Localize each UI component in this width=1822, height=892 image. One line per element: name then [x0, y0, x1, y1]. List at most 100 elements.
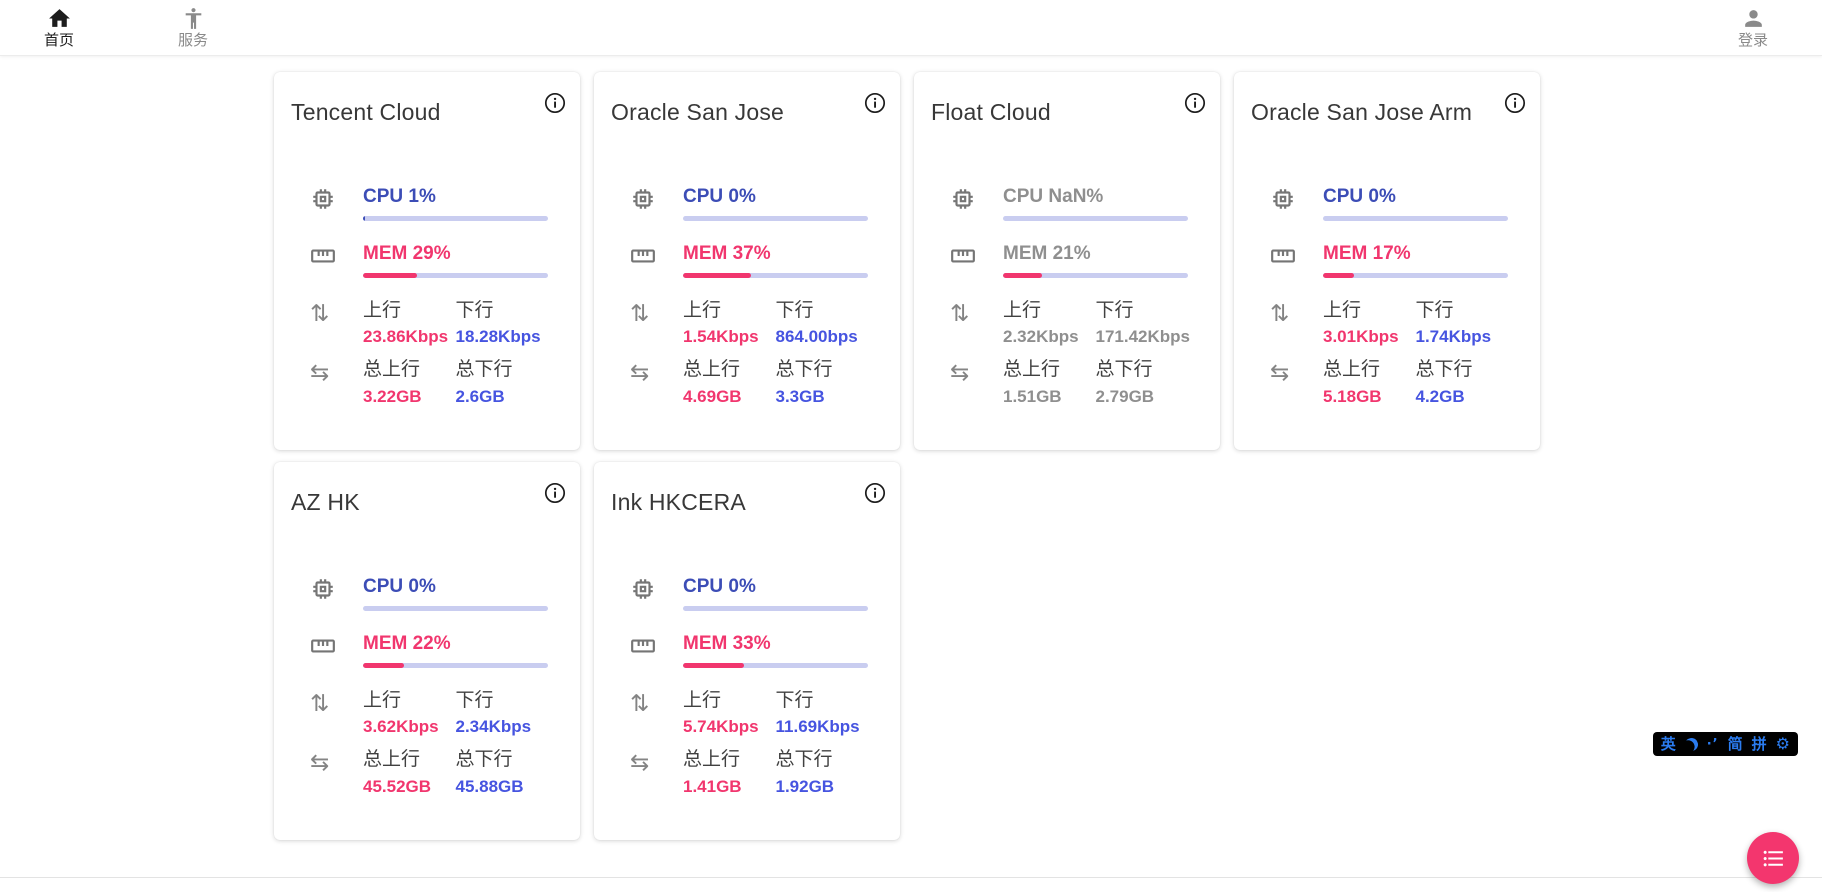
cpu-progress-bar [683, 216, 868, 221]
speed-row: ⇅ 上行 3.62Kbps 下行 2.34Kbps [310, 690, 548, 738]
total-download: 总下行 3.3GB [776, 359, 869, 407]
total-upload: 总上行 45.52GB [363, 749, 456, 797]
total-download-value: 4.2GB [1416, 387, 1509, 407]
ime-pinyin-icon[interactable]: 拼 [1752, 737, 1767, 752]
info-icon[interactable] [543, 91, 567, 115]
info-icon[interactable] [863, 91, 887, 115]
download-speed: 下行 864.00bps [776, 300, 869, 348]
mem-usage-label: MEM 21% [1003, 243, 1188, 266]
ime-language-icon[interactable]: 英 [1661, 737, 1676, 752]
cpu-bar-fill [363, 216, 365, 221]
ime-toolbar[interactable]: 英 ·’ 简 拼 ⚙ [1653, 732, 1798, 756]
footer-divider [0, 877, 1822, 878]
nav-item-services-label: 服务 [178, 32, 208, 49]
nav-item-home[interactable]: 首页 [28, 6, 90, 49]
mem-bar-fill [683, 273, 751, 278]
cpu-usage-label: CPU 0% [683, 186, 868, 209]
mem-row: MEM 17% [1270, 243, 1508, 278]
ime-halfwidth-moon-icon[interactable] [1683, 736, 1700, 753]
swap-horizontal-icon: ⇆ [1270, 359, 1323, 407]
server-card: Oracle San Jose CPU 0% MEM 37% [594, 72, 900, 450]
cpu-usage-label: CPU 1% [363, 186, 548, 209]
ruler-icon [950, 243, 1003, 278]
total-download-label: 总下行 [1416, 359, 1509, 382]
info-icon[interactable] [543, 481, 567, 505]
person-icon [1741, 6, 1766, 31]
upload-speed: 上行 3.62Kbps [363, 690, 456, 738]
total-row: ⇆ 总上行 1.51GB 总下行 2.79GB [950, 359, 1188, 407]
download-speed: 下行 2.34Kbps [456, 690, 549, 738]
total-row: ⇆ 总上行 1.41GB 总下行 1.92GB [630, 749, 868, 797]
ime-simplified-icon[interactable]: 简 [1728, 737, 1743, 752]
total-upload-value: 3.22GB [363, 387, 456, 407]
total-upload-label: 总上行 [683, 749, 776, 772]
total-upload-value: 4.69GB [683, 387, 776, 407]
ruler-icon [630, 633, 683, 668]
mem-progress-bar [363, 273, 548, 278]
swap-horizontal-icon: ⇆ [630, 749, 683, 797]
upload-value: 2.32Kbps [1003, 327, 1096, 347]
swap-horizontal-icon: ⇆ [310, 359, 363, 407]
mem-progress-bar [363, 663, 548, 668]
cpu-progress-bar [1003, 216, 1188, 221]
server-card: Tencent Cloud CPU 1% MEM 29% [274, 72, 580, 450]
total-upload-label: 总上行 [363, 749, 456, 772]
total-upload: 总上行 5.18GB [1323, 359, 1416, 407]
mem-bar-fill [1323, 273, 1354, 278]
info-icon[interactable] [863, 481, 887, 505]
cpu-progress-bar [363, 216, 548, 221]
mem-usage-label: MEM 22% [363, 633, 548, 656]
mem-usage-value: 17% [1373, 243, 1411, 264]
nav-item-services[interactable]: 服务 [162, 6, 224, 49]
download-label: 下行 [456, 300, 549, 323]
upload-label: 上行 [1003, 300, 1096, 323]
ruler-icon [630, 243, 683, 278]
total-upload: 总上行 1.51GB [1003, 359, 1096, 407]
info-icon[interactable] [1503, 91, 1527, 115]
total-download: 总下行 2.6GB [456, 359, 549, 407]
cpu-progress-bar [363, 606, 548, 611]
speed-row: ⇅ 上行 3.01Kbps 下行 1.74Kbps [1270, 300, 1508, 348]
nav-item-login[interactable]: 登录 [1722, 6, 1784, 49]
total-upload-label: 总上行 [1003, 359, 1096, 382]
ruler-icon [1270, 243, 1323, 278]
cpu-chip-icon [1270, 186, 1323, 221]
total-download-value: 45.88GB [456, 777, 549, 797]
download-label: 下行 [1416, 300, 1509, 323]
server-name: Float Cloud [914, 72, 1220, 126]
total-upload: 总上行 4.69GB [683, 359, 776, 407]
upload-label: 上行 [683, 300, 776, 323]
ime-punctuation-icon[interactable]: ·’ [1707, 738, 1719, 751]
info-icon[interactable] [1183, 91, 1207, 115]
nav-item-login-label: 登录 [1738, 32, 1768, 49]
ime-settings-gear-icon[interactable]: ⚙ [1776, 736, 1790, 752]
total-download-label: 总下行 [1096, 359, 1189, 382]
upload-speed: 上行 3.01Kbps [1323, 300, 1416, 348]
upload-value: 23.86Kbps [363, 327, 456, 347]
server-list-fab-button[interactable] [1747, 832, 1799, 884]
total-row: ⇆ 总上行 3.22GB 总下行 2.6GB [310, 359, 548, 407]
person-standing-icon [181, 6, 206, 31]
server-name: Oracle San Jose [594, 72, 900, 126]
server-grid: Tencent Cloud CPU 1% MEM 29% [274, 72, 1540, 840]
cpu-chip-icon [630, 576, 683, 611]
swap-vertical-icon: ⇅ [310, 300, 363, 348]
cpu-usage-label: CPU 0% [363, 576, 548, 599]
mem-usage-value: 22% [413, 633, 451, 654]
cpu-usage-value: 0% [408, 576, 435, 597]
server-name: AZ HK [274, 462, 580, 516]
total-download: 总下行 45.88GB [456, 749, 549, 797]
download-label: 下行 [1096, 300, 1189, 323]
total-download-label: 总下行 [456, 359, 549, 382]
speed-row: ⇅ 上行 1.54Kbps 下行 864.00bps [630, 300, 868, 348]
download-value: 18.28Kbps [456, 327, 549, 347]
total-download-value: 3.3GB [776, 387, 869, 407]
cpu-progress-bar [1323, 216, 1508, 221]
download-speed: 下行 1.74Kbps [1416, 300, 1509, 348]
server-card: Ink HKCERA CPU 0% MEM 33% [594, 462, 900, 840]
server-metrics: CPU 0% MEM 37% ⇅ 上行 1.54Kbps [630, 186, 868, 419]
nav-item-home-label: 首页 [44, 32, 74, 49]
total-upload-value: 5.18GB [1323, 387, 1416, 407]
server-metrics: CPU 0% MEM 33% ⇅ 上行 5.74Kbps [630, 576, 868, 809]
mem-usage-label: MEM 37% [683, 243, 868, 266]
